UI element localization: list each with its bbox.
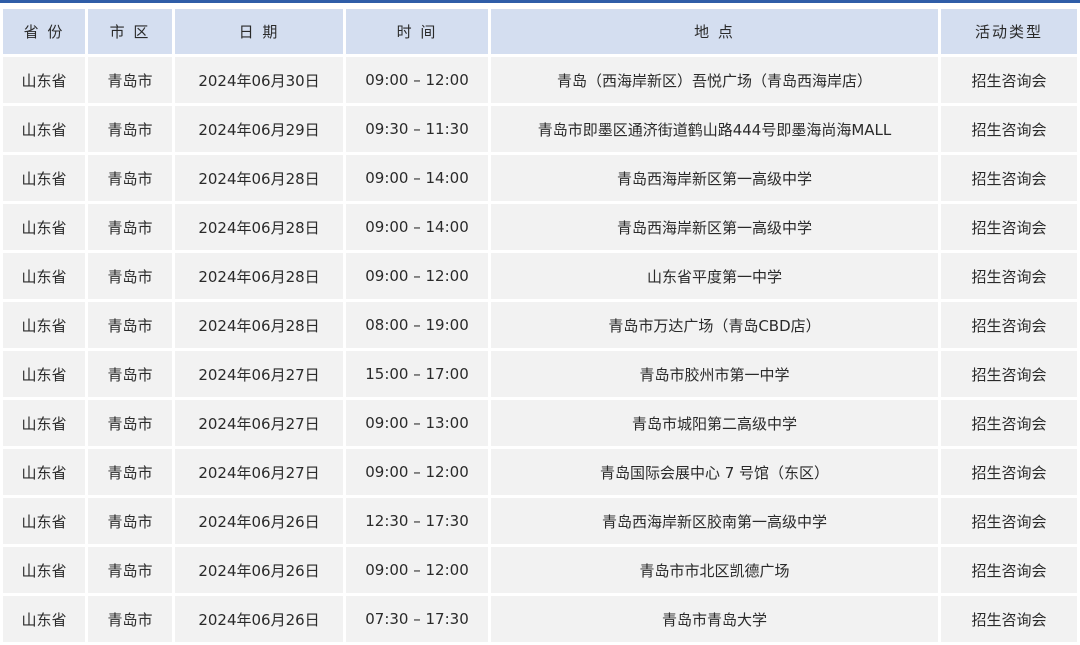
cell-location: 青岛西海岸新区第一高级中学: [491, 204, 938, 250]
cell-time: 15:00 – 17:00: [346, 351, 488, 397]
cell-city: 青岛市: [88, 547, 172, 593]
table-row: 山东省 青岛市 2024年06月26日 09:00 – 12:00 青岛市市北区凯德广场…: [3, 547, 1077, 593]
cell-city: 青岛市: [88, 155, 172, 201]
cell-date: 2024年06月27日: [175, 449, 343, 495]
cell-date: 2024年06月26日: [175, 596, 343, 642]
cell-city: 青岛市: [88, 253, 172, 299]
cell-date: 2024年06月30日: [175, 57, 343, 103]
cell-location: 青岛西海岸新区胶南第一高级中学: [491, 498, 938, 544]
cell-time: 08:00 – 19:00: [346, 302, 488, 348]
cell-activity-type: 招生咨询会: [941, 400, 1077, 446]
table-row: 山东省 青岛市 2024年06月30日 09:00 – 12:00 青岛（西海岸新区）吾…: [3, 57, 1077, 103]
cell-date: 2024年06月28日: [175, 155, 343, 201]
cell-activity-type: 招生咨询会: [941, 498, 1077, 544]
cell-date: 2024年06月28日: [175, 204, 343, 250]
cell-time: 09:00 – 14:00: [346, 204, 488, 250]
cell-activity-type: 招生咨询会: [941, 449, 1077, 495]
table-row: 山东省 青岛市 2024年06月28日 08:00 – 19:00 青岛市万达广场（青岛…: [3, 302, 1077, 348]
cell-date: 2024年06月29日: [175, 106, 343, 152]
cell-time: 09:30 – 11:30: [346, 106, 488, 152]
cell-activity-type: 招生咨询会: [941, 155, 1077, 201]
table-row: 山东省 青岛市 2024年06月28日 09:00 – 14:00 青岛西海岸新区第一高…: [3, 155, 1077, 201]
header-activity-type: 活动类型: [941, 9, 1077, 54]
cell-activity-type: 招生咨询会: [941, 204, 1077, 250]
table-row: 山东省 青岛市 2024年06月26日 07:30 – 17:30 青岛市青岛大学 招生咨…: [3, 596, 1077, 642]
cell-province: 山东省: [3, 57, 85, 103]
schedule-table: 省 份 市 区 日 期 时 间 地 点 活动类型 山东省 青岛市 2024年06月3…: [0, 6, 1080, 645]
cell-time: 09:00 – 12:00: [346, 449, 488, 495]
cell-city: 青岛市: [88, 498, 172, 544]
cell-time: 12:30 – 17:30: [346, 498, 488, 544]
cell-activity-type: 招生咨询会: [941, 351, 1077, 397]
cell-date: 2024年06月27日: [175, 351, 343, 397]
cell-province: 山东省: [3, 351, 85, 397]
table-row: 山东省 青岛市 2024年06月27日 15:00 – 17:00 青岛市胶州市第一中学…: [3, 351, 1077, 397]
cell-city: 青岛市: [88, 57, 172, 103]
cell-province: 山东省: [3, 547, 85, 593]
cell-city: 青岛市: [88, 204, 172, 250]
cell-time: 09:00 – 12:00: [346, 547, 488, 593]
cell-province: 山东省: [3, 449, 85, 495]
cell-city: 青岛市: [88, 400, 172, 446]
header-date: 日 期: [175, 9, 343, 54]
cell-location: 青岛市胶州市第一中学: [491, 351, 938, 397]
table-row: 山东省 青岛市 2024年06月28日 09:00 – 14:00 青岛西海岸新区第一高…: [3, 204, 1077, 250]
cell-location: 青岛市市北区凯德广场: [491, 547, 938, 593]
cell-activity-type: 招生咨询会: [941, 302, 1077, 348]
cell-activity-type: 招生咨询会: [941, 596, 1077, 642]
cell-location: 青岛市即墨区通济街道鹤山路444号即墨海尚海MALL: [491, 106, 938, 152]
top-accent-rule: [0, 0, 1080, 3]
header-city: 市 区: [88, 9, 172, 54]
table-header-row: 省 份 市 区 日 期 时 间 地 点 活动类型: [3, 9, 1077, 54]
cell-province: 山东省: [3, 302, 85, 348]
table-row: 山东省 青岛市 2024年06月27日 09:00 – 12:00 青岛国际会展中心 7…: [3, 449, 1077, 495]
cell-province: 山东省: [3, 400, 85, 446]
cell-time: 09:00 – 12:00: [346, 57, 488, 103]
cell-location: 山东省平度第一中学: [491, 253, 938, 299]
table-body: 山东省 青岛市 2024年06月30日 09:00 – 12:00 青岛（西海岸新区）吾…: [3, 57, 1077, 642]
cell-province: 山东省: [3, 106, 85, 152]
cell-date: 2024年06月26日: [175, 547, 343, 593]
cell-time: 09:00 – 12:00: [346, 253, 488, 299]
table-row: 山东省 青岛市 2024年06月27日 09:00 – 13:00 青岛市城阳第二高级中…: [3, 400, 1077, 446]
cell-province: 山东省: [3, 253, 85, 299]
cell-time: 09:00 – 13:00: [346, 400, 488, 446]
cell-city: 青岛市: [88, 351, 172, 397]
cell-activity-type: 招生咨询会: [941, 106, 1077, 152]
header-time: 时 间: [346, 9, 488, 54]
cell-date: 2024年06月27日: [175, 400, 343, 446]
header-province: 省 份: [3, 9, 85, 54]
cell-city: 青岛市: [88, 596, 172, 642]
cell-province: 山东省: [3, 498, 85, 544]
cell-province: 山东省: [3, 596, 85, 642]
cell-city: 青岛市: [88, 449, 172, 495]
cell-province: 山东省: [3, 155, 85, 201]
cell-location: 青岛市万达广场（青岛CBD店）: [491, 302, 938, 348]
cell-city: 青岛市: [88, 106, 172, 152]
cell-date: 2024年06月26日: [175, 498, 343, 544]
table-row: 山东省 青岛市 2024年06月26日 12:30 – 17:30 青岛西海岸新区胶南第…: [3, 498, 1077, 544]
table-row: 山东省 青岛市 2024年06月28日 09:00 – 12:00 山东省平度第一中学招…: [3, 253, 1077, 299]
table-row: 山东省 青岛市 2024年06月29日 09:30 – 11:30 青岛市即墨区通济街道…: [3, 106, 1077, 152]
cell-activity-type: 招生咨询会: [941, 253, 1077, 299]
cell-location: 青岛市青岛大学: [491, 596, 938, 642]
cell-activity-type: 招生咨询会: [941, 57, 1077, 103]
cell-time: 09:00 – 14:00: [346, 155, 488, 201]
cell-date: 2024年06月28日: [175, 302, 343, 348]
cell-time: 07:30 – 17:30: [346, 596, 488, 642]
cell-location: 青岛（西海岸新区）吾悦广场（青岛西海岸店）: [491, 57, 938, 103]
cell-location: 青岛西海岸新区第一高级中学: [491, 155, 938, 201]
header-location: 地 点: [491, 9, 938, 54]
cell-city: 青岛市: [88, 302, 172, 348]
cell-activity-type: 招生咨询会: [941, 547, 1077, 593]
cell-province: 山东省: [3, 204, 85, 250]
cell-location: 青岛国际会展中心 7 号馆（东区）: [491, 449, 938, 495]
cell-location: 青岛市城阳第二高级中学: [491, 400, 938, 446]
cell-date: 2024年06月28日: [175, 253, 343, 299]
